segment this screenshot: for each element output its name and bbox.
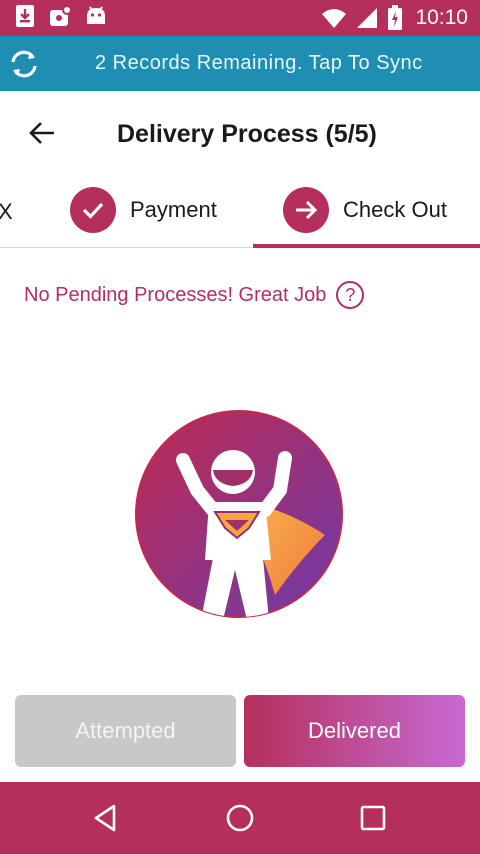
page-title: Delivery Process (5/5) (117, 120, 377, 148)
status-left-icons (14, 4, 108, 28)
sync-bar[interactable]: 2 Records Remaining. Tap To Sync (0, 36, 480, 91)
attempted-button[interactable]: Attempted (15, 695, 236, 767)
step-checkout-label: Check Out (343, 197, 447, 222)
pending-message: No Pending Processes! Great Job (24, 283, 327, 306)
battery-icon (388, 5, 403, 30)
status-right-icons: 10:10 (321, 4, 468, 32)
sync-message[interactable]: 2 Records Remaining. Tap To Sync (95, 52, 423, 75)
download-icon (16, 5, 34, 27)
check-icon (82, 202, 104, 219)
step-payment-circle (70, 187, 116, 233)
active-step-indicator (253, 244, 480, 248)
superhero-illustration (135, 410, 343, 618)
pending-status: No Pending Processes! Great Job ? (24, 281, 365, 309)
android-icon (87, 6, 105, 24)
help-icon[interactable]: ? (336, 281, 365, 309)
delivered-button[interactable]: Delivered (244, 695, 465, 767)
step-checkout-circle (283, 187, 329, 233)
home-circle-icon[interactable] (224, 802, 256, 834)
arrow-left-icon[interactable] (26, 117, 58, 149)
signal-icon (357, 8, 378, 28)
recents-square-icon[interactable] (357, 802, 389, 834)
notification-icon (50, 5, 72, 26)
step-partial-label[interactable]: X (0, 199, 13, 225)
step-payment[interactable]: Payment (70, 187, 217, 233)
system-nav-bar (0, 782, 480, 854)
steps-divider (0, 247, 253, 248)
back-triangle-icon[interactable] (90, 802, 122, 834)
step-payment-label: Payment (130, 197, 217, 222)
app-header: Delivery Process (5/5) (0, 91, 480, 175)
wifi-icon (322, 9, 347, 28)
status-bar: 10:10 (0, 0, 480, 36)
arrow-right-icon (296, 200, 318, 220)
sync-icon[interactable] (8, 48, 40, 80)
process-steps: X Payment Check Out (0, 175, 480, 248)
step-checkout[interactable]: Check Out (283, 187, 447, 233)
status-time: 10:10 (415, 6, 468, 29)
